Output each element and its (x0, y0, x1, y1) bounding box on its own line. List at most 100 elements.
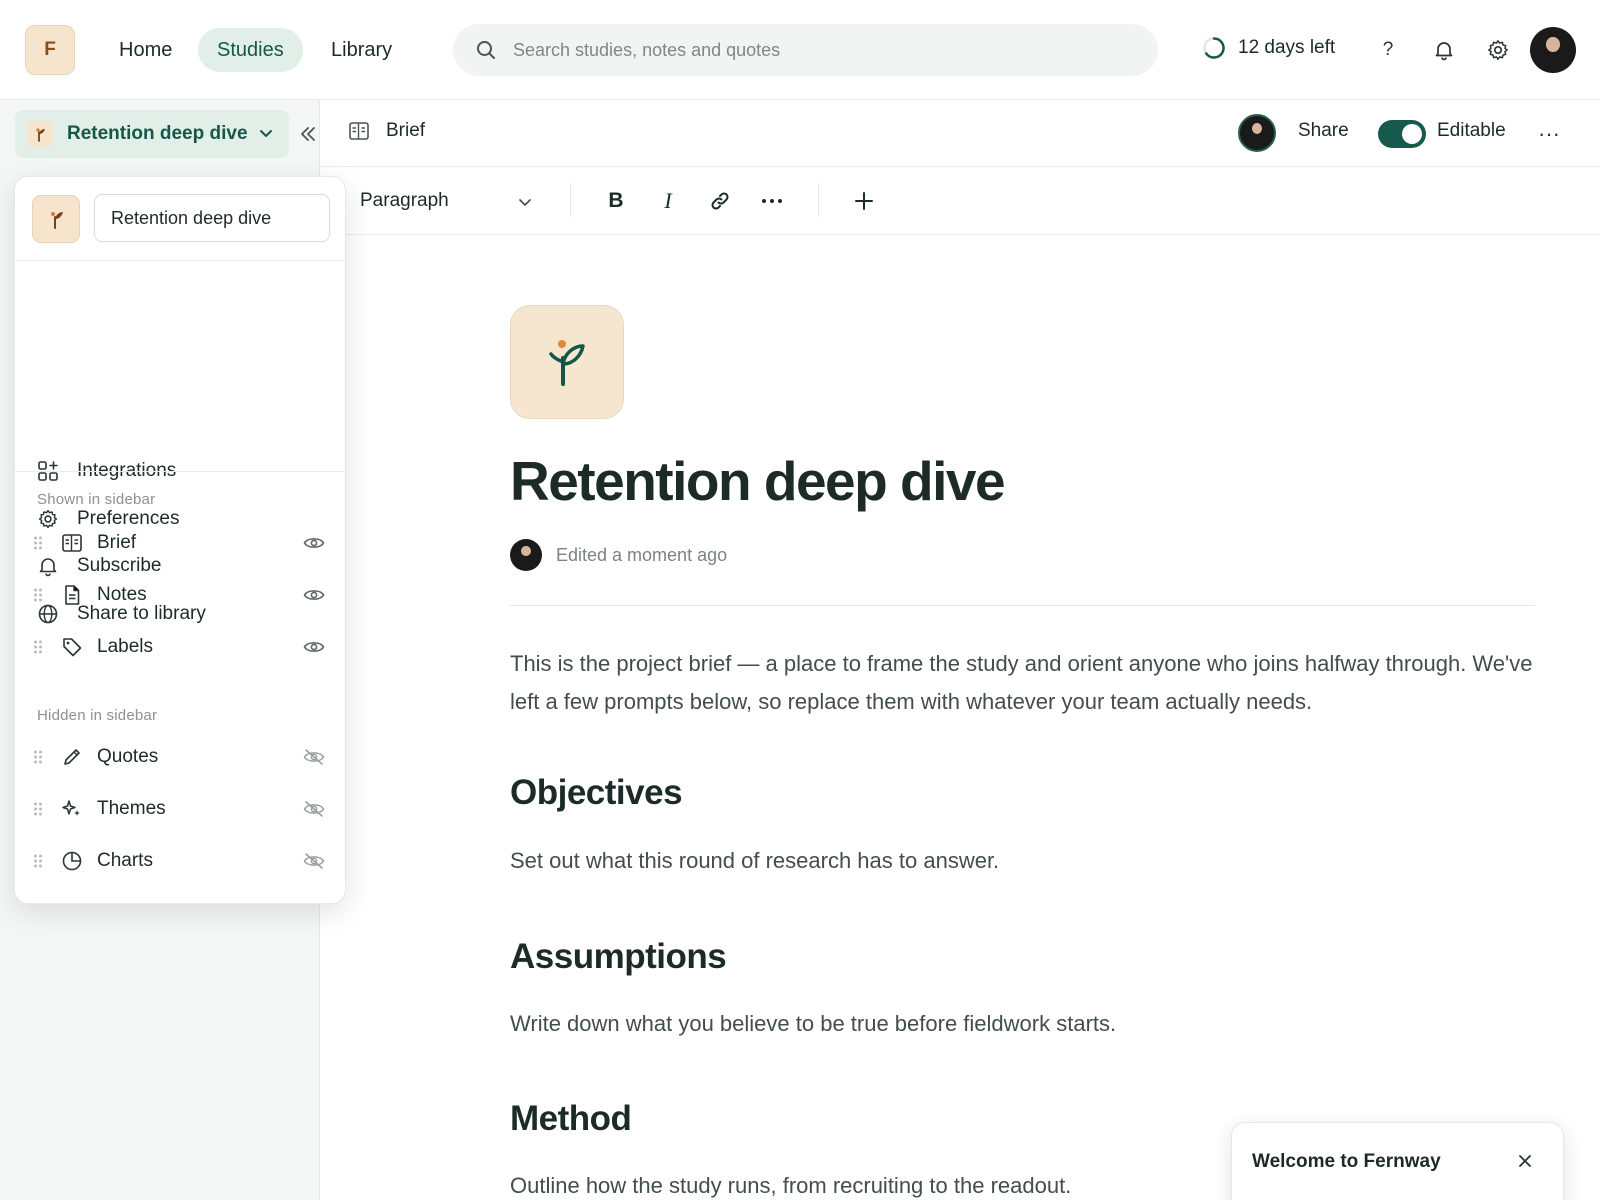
document-intro[interactable]: This is the project brief — a place to f… (510, 645, 1535, 721)
insert-block-button[interactable] (846, 183, 882, 219)
notes-icon (61, 584, 83, 606)
hidden-section-heading: Hidden in sidebar (37, 707, 158, 724)
sidebar-item-charts[interactable]: Charts (29, 839, 333, 883)
study-name: Retention deep dive (67, 123, 248, 144)
sidebar-item-label: Charts (97, 850, 153, 871)
section-body-assumptions[interactable]: Write down what you believe to be true b… (510, 1011, 1116, 1037)
eye-icon[interactable] (301, 582, 327, 608)
eye-icon[interactable] (301, 530, 327, 556)
brief-icon (61, 533, 83, 553)
user-avatar[interactable] (1530, 27, 1576, 73)
collapse-sidebar-button[interactable] (294, 120, 322, 148)
more-horizontal-icon: ··· (1538, 121, 1560, 146)
link-icon (709, 190, 731, 212)
sidebar-item-label: Brief (97, 532, 137, 553)
more-formatting-button[interactable] (754, 183, 790, 219)
drag-handle-icon[interactable] (29, 801, 47, 817)
study-name-input[interactable] (94, 194, 330, 242)
document-divider (510, 605, 1535, 606)
settings-button[interactable] (1480, 32, 1516, 68)
italic-icon: I (664, 188, 672, 213)
search-placeholder: Search studies, notes and quotes (513, 39, 781, 60)
section-body-objectives[interactable]: Set out what this round of research has … (510, 848, 999, 874)
pen-icon (61, 746, 83, 768)
section-body-method[interactable]: Outline how the study runs, from recruit… (510, 1173, 1071, 1199)
document-meta: Edited a moment ago (510, 539, 727, 571)
document-title[interactable]: Retention deep dive (510, 449, 1006, 513)
workspace-logo[interactable]: F (25, 25, 75, 75)
drag-handle-icon[interactable] (29, 639, 47, 655)
block-type-select[interactable]: Paragraph (360, 187, 540, 215)
chevrons-left-icon (298, 124, 318, 144)
sprout-icon (27, 121, 53, 147)
more-options-button[interactable]: ··· (1534, 120, 1564, 148)
bold-icon: B (608, 189, 624, 212)
block-type-label: Paragraph (360, 190, 449, 211)
sidebar-item-quotes[interactable]: Quotes (29, 735, 333, 779)
drag-handle-icon[interactable] (29, 535, 47, 551)
sidebar-item-labels[interactable]: Labels (29, 625, 333, 669)
sidebar-item-brief[interactable]: Brief (29, 521, 333, 565)
drag-handle-icon[interactable] (29, 749, 47, 765)
more-horizontal-icon (761, 198, 783, 204)
toolbar-divider (818, 183, 819, 217)
welcome-card: Welcome to Fernway (1231, 1122, 1564, 1200)
popover-header (15, 177, 345, 261)
bold-button[interactable]: B (598, 183, 634, 219)
plus-icon (853, 190, 875, 212)
shown-section-heading: Shown in sidebar (37, 491, 156, 508)
link-button[interactable] (702, 183, 738, 219)
collaborator-avatar[interactable] (1238, 114, 1276, 152)
section-heading-method[interactable]: Method (510, 1099, 632, 1139)
study-settings-popover: Integrations Preferences Subscribe Share… (14, 176, 346, 904)
toolbar-divider (570, 183, 571, 217)
study-switcher[interactable]: Retention deep dive (15, 110, 289, 158)
editable-toggle[interactable] (1378, 120, 1426, 148)
eye-off-icon[interactable] (301, 796, 327, 822)
help-icon: ? (1382, 39, 1394, 60)
sidebar-item-themes[interactable]: Themes (29, 787, 333, 831)
drag-handle-icon[interactable] (29, 853, 47, 869)
welcome-title: Welcome to Fernway (1252, 1151, 1441, 1172)
sidebar-item-label: Notes (97, 584, 147, 605)
sparkle-icon (61, 798, 83, 820)
search-icon (475, 39, 497, 61)
sidebar-item-label: Quotes (97, 746, 159, 767)
editable-label: Editable (1437, 120, 1506, 141)
last-edited-label: Edited a moment ago (556, 544, 728, 565)
sprout-icon (545, 332, 589, 392)
sprout-icon (47, 208, 65, 230)
nav-studies[interactable]: Studies (198, 28, 303, 72)
gear-icon (1486, 38, 1510, 62)
popover-divider (15, 471, 345, 472)
chevron-down-icon (516, 193, 534, 211)
italic-button[interactable]: I (650, 183, 686, 219)
pie-chart-icon (61, 850, 83, 872)
drag-handle-icon[interactable] (29, 587, 47, 603)
close-button[interactable] (1513, 1149, 1537, 1173)
nav-home[interactable]: Home (100, 28, 191, 72)
trial-indicator[interactable]: 12 days left (1202, 36, 1335, 60)
editor-toolbar: Paragraph B I (320, 167, 1600, 235)
breadcrumb-current[interactable]: Brief (386, 120, 425, 142)
top-bar: F Home Studies Library Search studies, n… (0, 0, 1600, 100)
notifications-button[interactable] (1426, 32, 1462, 68)
eye-off-icon[interactable] (301, 848, 327, 874)
sidebar-item-label: Themes (97, 798, 166, 819)
bell-icon (1433, 39, 1455, 61)
help-button[interactable]: ? (1370, 32, 1406, 68)
section-heading-objectives[interactable]: Objectives (510, 773, 683, 813)
chevron-down-icon (257, 124, 275, 142)
search-input[interactable]: Search studies, notes and quotes (453, 24, 1158, 76)
eye-off-icon[interactable] (301, 744, 327, 770)
section-heading-assumptions[interactable]: Assumptions (510, 937, 727, 977)
share-button[interactable]: Share (1298, 120, 1349, 142)
sidebar-item-label: Labels (97, 636, 153, 657)
study-icon-button[interactable] (32, 195, 80, 243)
close-icon (1518, 1154, 1532, 1168)
trial-label: 12 days left (1238, 37, 1336, 58)
document-icon[interactable] (510, 305, 624, 419)
sidebar-item-notes[interactable]: Notes (29, 573, 333, 617)
eye-icon[interactable] (301, 634, 327, 660)
nav-library[interactable]: Library (312, 28, 411, 72)
